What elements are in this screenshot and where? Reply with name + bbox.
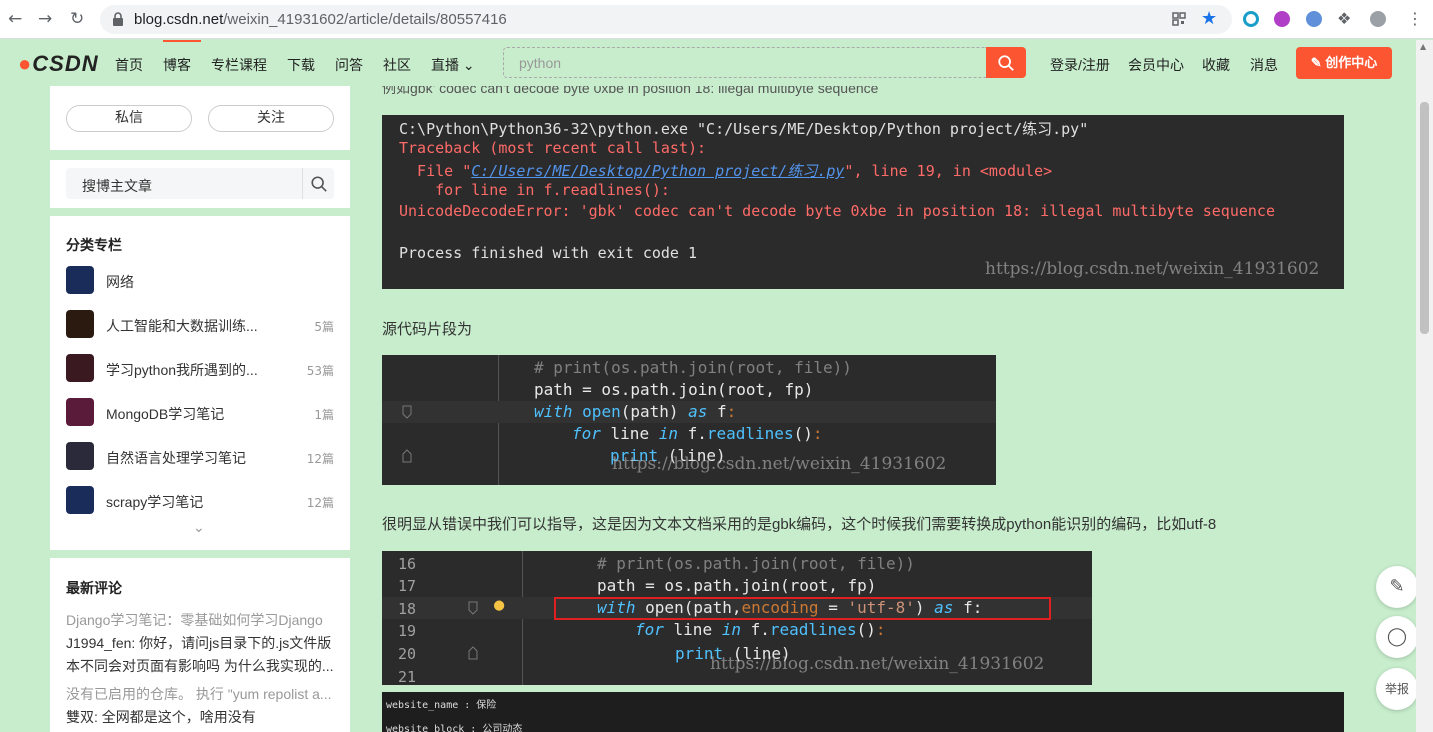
scrollbar-thumb[interactable]: [1420, 102, 1429, 334]
lightbulb-icon[interactable]: ●: [494, 595, 504, 615]
nav-live[interactable]: 直播 ⌄: [431, 55, 475, 75]
fold-icon[interactable]: [468, 601, 478, 615]
fold-icon[interactable]: [402, 405, 412, 419]
search-icon: [311, 176, 327, 192]
active-indicator: [163, 40, 201, 42]
nav-courses[interactable]: 专栏课程: [211, 55, 267, 75]
forward-icon[interactable]: →: [38, 10, 52, 28]
output-screenshot: website_name : 保险 website_block : 公司动态: [382, 692, 1344, 732]
headset-icon: ◯: [1386, 626, 1408, 647]
edit-float-button[interactable]: ✎: [1376, 566, 1418, 608]
article-paragraph: 很明显从错误中我们可以指导，这是因为文本文档采用的是gbk编码，这个时候我们需要…: [382, 516, 1217, 533]
search-button[interactable]: [986, 47, 1026, 78]
column-item[interactable]: 自然语言处理学习笔记 12篇: [66, 442, 334, 470]
traceback-file-link[interactable]: C:/Users/ME/Desktop/Python project/练习.py: [471, 162, 844, 180]
comment-article-link[interactable]: Django学习笔记：零基础如何学习Django: [66, 610, 336, 630]
report-float-button[interactable]: 举报: [1376, 668, 1418, 710]
browser-toolbar: ← → ↻ blog.csdn.net/weixin_41931602/arti…: [0, 0, 1433, 39]
column-thumbnail: [66, 354, 94, 382]
extension-icon[interactable]: [1243, 11, 1259, 27]
csdn-logo[interactable]: ●CSDN: [18, 51, 99, 77]
column-thumbnail: [66, 266, 94, 294]
nav-qa[interactable]: 问答: [335, 55, 363, 75]
pen-icon: ✎: [1310, 55, 1322, 70]
url-text: blog.csdn.net/weixin_41931602/article/de…: [134, 11, 507, 28]
column-item[interactable]: scrapy学习笔记 12篇: [66, 486, 334, 514]
comment-text[interactable]: J1994_fen: 你好，请问js目录下的.js文件版: [66, 633, 336, 653]
column-thumbnail: [66, 398, 94, 426]
nav-download[interactable]: 下载: [287, 55, 315, 75]
column-item[interactable]: 人工智能和大数据训练... 5篇: [66, 310, 334, 338]
extension-ca-icon[interactable]: [1274, 11, 1290, 27]
column-item[interactable]: 网络: [66, 266, 334, 294]
favorites-link[interactable]: 收藏: [1202, 55, 1230, 75]
reload-icon[interactable]: ↻: [70, 10, 84, 28]
login-link[interactable]: 登录/注册: [1050, 55, 1110, 75]
column-thumbnail: [66, 310, 94, 338]
fold-icon[interactable]: [468, 646, 478, 660]
comment-article-link[interactable]: 没有已启用的仓库。 执行 "yum repolist a...: [66, 684, 336, 704]
bookmark-star-icon[interactable]: ★: [1201, 8, 1217, 29]
support-float-button[interactable]: ◯: [1376, 616, 1418, 658]
watermark: https://blog.csdn.net/weixin_41931602: [612, 454, 947, 474]
comments-title: 最新评论: [66, 580, 122, 596]
blog-search-input[interactable]: 搜博主文章: [66, 168, 334, 199]
puzzle-icon[interactable]: ❖: [1337, 9, 1351, 28]
watermark: https://blog.csdn.net/weixin_41931602: [985, 259, 1320, 279]
blog-search-button[interactable]: [302, 168, 334, 199]
qr-icon[interactable]: [1172, 12, 1186, 26]
fold-icon[interactable]: [402, 449, 412, 463]
code-snippet: # print(os.path.join(root, file)) path =…: [382, 355, 996, 485]
search-icon: [998, 55, 1014, 71]
comment-text[interactable]: 雙双: 全网都是这个，啥用没有: [66, 707, 336, 727]
columns-title: 分类专栏: [66, 237, 122, 253]
nav-home[interactable]: 首页: [115, 55, 143, 75]
comment-text[interactable]: 本不同会对页面有影响吗 为什么我实现的...: [66, 656, 336, 676]
chevron-down-icon[interactable]: ⌄: [193, 520, 205, 536]
edit-icon: ✎: [1389, 576, 1405, 597]
extension-icon-2[interactable]: [1306, 11, 1322, 27]
avatar[interactable]: [1370, 11, 1386, 27]
search-input[interactable]: python: [503, 47, 986, 78]
scroll-up-icon[interactable]: ▲: [1420, 42, 1426, 51]
column-item[interactable]: 学习python我所遇到的... 53篇: [66, 354, 334, 382]
code-snippet-fixed: 16 17 18 19 20 21 ● # print(os.path.join…: [382, 551, 1092, 686]
watermark: https://blog.csdn.net/weixin_41931602: [710, 654, 1045, 674]
column-item[interactable]: MongoDB学习笔记 1篇: [66, 398, 334, 426]
lock-icon: [113, 12, 123, 26]
vip-link[interactable]: 会员中心: [1128, 55, 1184, 75]
terminal-output: C:\Python\Python36-32\python.exe "C:/Use…: [382, 115, 1344, 289]
nav-blog[interactable]: 博客: [163, 55, 191, 75]
back-icon[interactable]: ←: [8, 10, 22, 28]
messages-link[interactable]: 消息: [1250, 55, 1278, 75]
highlight-box: [554, 597, 1051, 620]
chevron-down-icon: ⌄: [462, 57, 475, 73]
site-header: ●CSDN 首页 博客 专栏课程 下载 问答 社区 直播 ⌄ python 登录…: [0, 40, 1416, 86]
create-center-button[interactable]: ✎ 创作中心: [1296, 47, 1392, 79]
menu-icon[interactable]: ⋮: [1407, 9, 1423, 28]
address-bar[interactable]: blog.csdn.net/weixin_41931602/article/de…: [100, 5, 1232, 34]
follow-button[interactable]: 关注: [208, 105, 334, 132]
scrollbar[interactable]: ▲: [1416, 40, 1433, 732]
column-thumbnail: [66, 442, 94, 470]
column-thumbnail: [66, 486, 94, 514]
nav-community[interactable]: 社区: [383, 55, 411, 75]
message-button[interactable]: 私信: [66, 105, 192, 132]
article-paragraph: 源代码片段为: [382, 321, 473, 338]
